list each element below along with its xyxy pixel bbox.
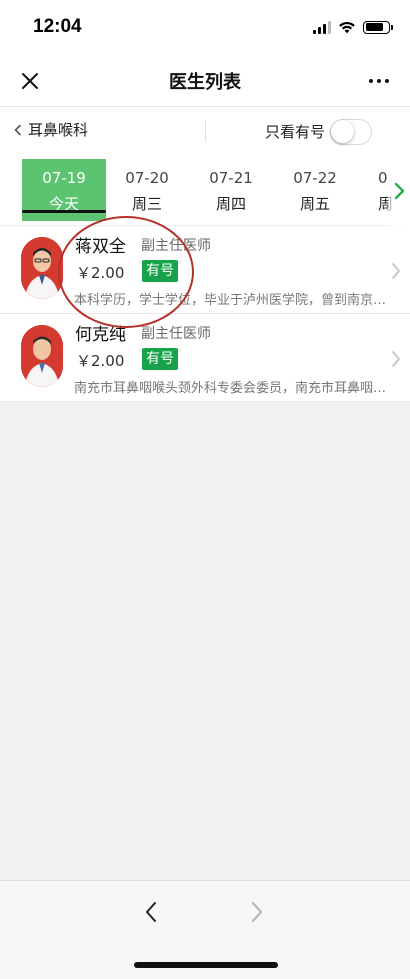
wifi-icon (339, 21, 355, 34)
home-indicator (134, 962, 278, 968)
doctor-fee: ￥2.00 (76, 264, 125, 282)
department-label: 耳鼻喉科 (28, 121, 89, 139)
doctor-description: 本科学历，学士学位，毕业于泸州医学院，曾到南京进修学习 (74, 293, 389, 308)
date-tab-date: 07-22 (293, 169, 337, 187)
availability-badge: 有号 (142, 260, 178, 282)
toggle-knob (331, 120, 354, 143)
cellular-signal-icon (313, 20, 331, 34)
date-tabs: 07-19 今天 07-20 周三 07-21 周四 07-22 周五 0 周 (0, 154, 410, 226)
battery-icon (363, 20, 393, 34)
page-background (0, 400, 410, 880)
availability-badge: 有号 (142, 348, 178, 370)
forward-arrow-icon[interactable] (247, 899, 267, 925)
date-tab-0722[interactable]: 07-22 周五 (273, 159, 357, 221)
chevron-right-icon[interactable] (392, 182, 406, 200)
department-selector[interactable]: 耳鼻喉科 (12, 119, 88, 140)
doctor-list: 蒋双全 副主任医师 ￥2.00 有号 本科学历，学士学位，毕业于泸州医学院，曾到… (0, 226, 410, 402)
date-tab-weekday: 周四 (215, 195, 246, 213)
doctor-avatar (21, 325, 63, 387)
doctor-item[interactable]: 蒋双全 副主任医师 ￥2.00 有号 本科学历，学士学位，毕业于泸州医学院，曾到… (0, 226, 410, 314)
filter-divider (205, 120, 206, 142)
doctor-name: 何克纯 (75, 325, 126, 345)
date-tab-weekday: 周五 (299, 195, 330, 213)
doctor-description: 南充市耳鼻咽喉头颈外科专委会委员，南充市耳鼻咽喉学会委员 (74, 381, 389, 396)
date-tab-date: 07-19 (42, 169, 86, 187)
chevron-left-icon (14, 124, 21, 135)
doctor-avatar (21, 237, 63, 299)
status-time: 12:04 (33, 16, 82, 37)
doctor-name: 蒋双全 (75, 237, 126, 257)
status-icons (313, 20, 393, 34)
more-options-icon[interactable] (366, 68, 392, 94)
date-tab-date: 07-20 (125, 169, 169, 187)
doctor-item[interactable]: 何克纯 副主任医师 ￥2.00 有号 南充市耳鼻咽喉头颈外科专委会委员，南充市耳… (0, 314, 410, 402)
active-tab-underline (22, 210, 106, 213)
date-tab-weekday: 周三 (131, 195, 162, 213)
chevron-right-icon (392, 263, 400, 279)
nav-bar: 医生列表 (0, 56, 410, 106)
status-bar: 12:04 (0, 0, 410, 56)
doctor-title: 副主任医师 (141, 238, 211, 254)
date-tab-0721[interactable]: 07-21 周四 (189, 159, 273, 221)
page-title: 医生列表 (169, 72, 241, 93)
date-tab-0720[interactable]: 07-20 周三 (105, 159, 189, 221)
doctor-fee: ￥2.00 (76, 352, 125, 370)
chevron-right-icon (392, 351, 400, 367)
only-available-toggle[interactable] (330, 119, 372, 145)
date-tab-date: 07-21 (209, 169, 253, 187)
doctor-title: 副主任医师 (141, 326, 211, 342)
only-available-label: 只看有号 (265, 123, 326, 141)
filter-row: 耳鼻喉科 只看有号 (0, 106, 410, 154)
back-arrow-icon[interactable] (141, 899, 161, 925)
